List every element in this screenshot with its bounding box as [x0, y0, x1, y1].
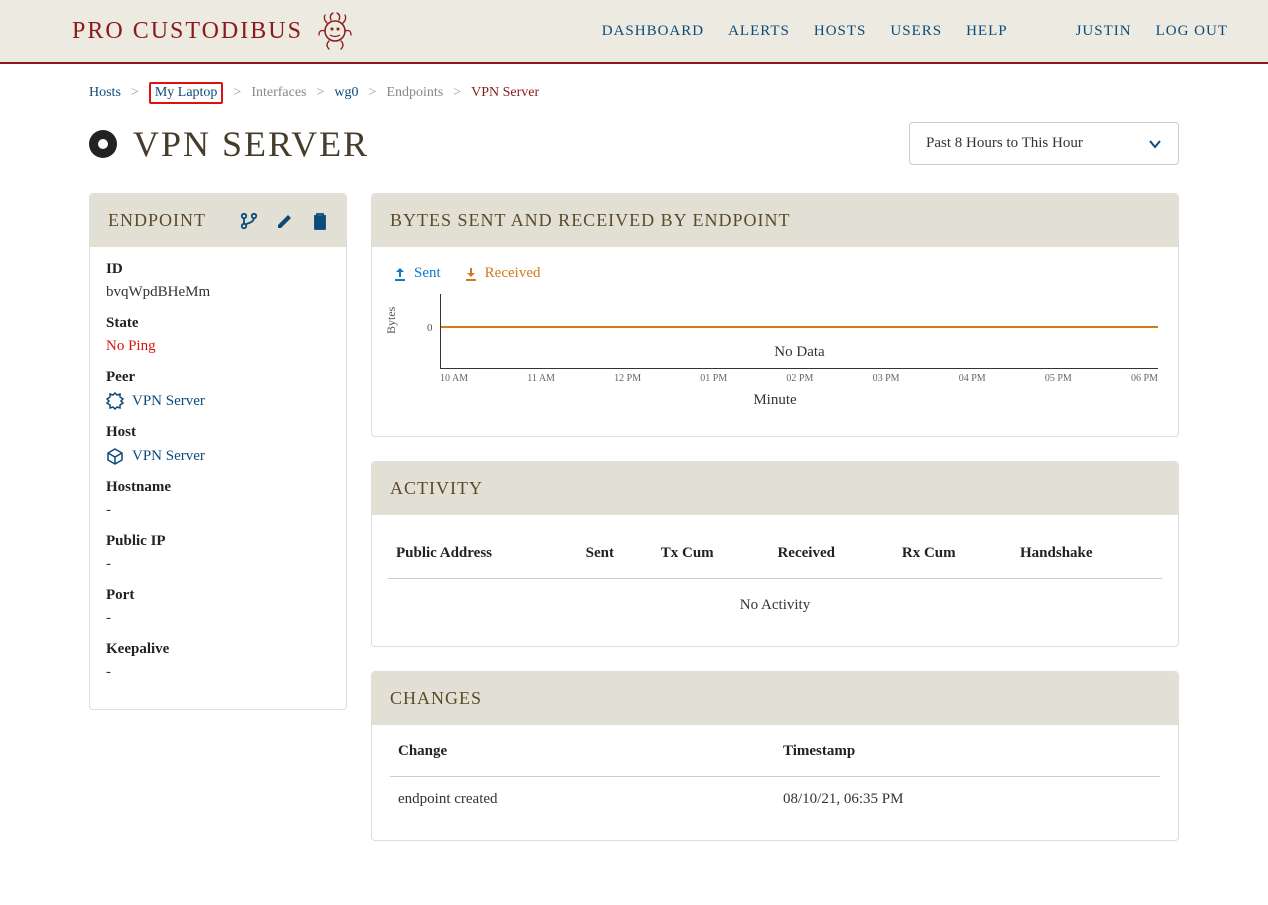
activity-panel-title: ACTIVITY — [390, 478, 483, 499]
crumb-interfaces: Interfaces — [251, 85, 306, 101]
medusa-icon — [315, 11, 355, 51]
nav-alerts[interactable]: ALERTS — [728, 23, 790, 40]
peer-label: Peer — [106, 369, 330, 386]
download-icon — [463, 266, 479, 282]
chart-nodata: No Data — [441, 344, 1158, 361]
brand-text: PRO CUSTODIBUS — [72, 18, 303, 45]
crumb-sep: > — [131, 85, 139, 101]
nav-users[interactable]: USERS — [890, 23, 942, 40]
crumb-sep: > — [453, 85, 461, 101]
col-received: Received — [769, 529, 893, 579]
col-rxcum: Rx Cum — [894, 529, 1012, 579]
delete-icon[interactable] — [312, 212, 328, 230]
host-label: Host — [106, 424, 330, 441]
chart-xtick: 11 AM — [527, 373, 555, 384]
publicip-value: - — [106, 556, 330, 573]
crumb-sep: > — [317, 85, 325, 101]
legend-sent-label: Sent — [414, 265, 441, 282]
port-value: - — [106, 610, 330, 627]
change-cell: endpoint created — [390, 777, 775, 823]
keepalive-value: - — [106, 664, 330, 681]
col-handshake: Handshake — [1012, 529, 1162, 579]
peer-value: VPN Server — [132, 393, 205, 410]
changes-panel: CHANGES Change Timestamp endpoint create… — [371, 671, 1179, 841]
legend-received[interactable]: Received — [463, 265, 541, 282]
peer-link[interactable]: VPN Server — [106, 392, 330, 410]
chevron-down-icon — [1148, 137, 1162, 151]
host-value: VPN Server — [132, 448, 205, 465]
chart-panel: BYTES SENT AND RECEIVED BY ENDPOINT Sent — [371, 193, 1179, 437]
chart-panel-title: BYTES SENT AND RECEIVED BY ENDPOINT — [390, 210, 791, 231]
activity-table: Public Address Sent Tx Cum Received Rx C… — [388, 529, 1162, 632]
edit-icon[interactable] — [276, 212, 294, 230]
chart-xtick: 10 AM — [440, 373, 468, 384]
crumb-hosts[interactable]: Hosts — [89, 85, 121, 101]
nav-help[interactable]: HELP — [966, 23, 1008, 40]
chart-xtick: 01 PM — [700, 373, 727, 384]
chart-zero-tick: 0 — [427, 322, 433, 334]
col-sent: Sent — [578, 529, 653, 579]
endpoint-panel-title: ENDPOINT — [108, 210, 206, 231]
nav-dashboard[interactable]: DASHBOARD — [602, 23, 704, 40]
chart-xtick: 05 PM — [1045, 373, 1072, 384]
activity-panel: ACTIVITY Public Address Sent Tx Cum Rece… — [371, 461, 1179, 647]
crumb-endpoints: Endpoints — [386, 85, 443, 101]
crumb-sep: > — [369, 85, 377, 101]
keepalive-label: Keepalive — [106, 641, 330, 658]
col-timestamp: Timestamp — [775, 725, 1160, 777]
chart-xtick: 03 PM — [873, 373, 900, 384]
port-label: Port — [106, 587, 330, 604]
col-txcum: Tx Cum — [653, 529, 770, 579]
table-row: endpoint created08/10/21, 06:35 PM — [390, 777, 1160, 823]
topbar: PRO CUSTODIBUS DASHBOARD ALERTS HOSTS US… — [0, 0, 1268, 64]
chart-xtick: 06 PM — [1131, 373, 1158, 384]
timestamp-cell: 08/10/21, 06:35 PM — [775, 777, 1160, 823]
id-value: bvqWpdBHeMm — [106, 284, 330, 301]
gear-icon — [106, 392, 124, 410]
timerange-label: Past 8 Hours to This Hour — [926, 135, 1083, 152]
branch-icon[interactable] — [240, 212, 258, 230]
chart: Bytes 0 No Data 10 AM11 AM12 PM01 PM02 P… — [392, 294, 1158, 414]
nav-logout[interactable]: LOG OUT — [1156, 23, 1228, 40]
crumb-iface[interactable]: wg0 — [334, 85, 358, 101]
chart-xticks: 10 AM 11 AM 12 PM 01 PM 02 PM 03 PM 04 PM 05 PM… — [440, 369, 1158, 384]
page-title: VPN SERVER — [89, 123, 369, 165]
endpoint-panel: ENDPOINT ID bvqWpdBHeMm — [89, 193, 347, 710]
hostname-value: - — [106, 502, 330, 519]
topnav: DASHBOARD ALERTS HOSTS USERS HELP JUSTIN… — [602, 23, 1228, 40]
chart-xtick: 12 PM — [614, 373, 641, 384]
publicip-label: Public IP — [106, 533, 330, 550]
breadcrumb: Hosts > My Laptop > Interfaces > wg0 > E… — [89, 82, 1179, 104]
timerange-select[interactable]: Past 8 Hours to This Hour — [909, 122, 1179, 165]
nav-username[interactable]: JUSTIN — [1076, 23, 1132, 40]
upload-icon — [392, 266, 408, 282]
nav-hosts[interactable]: HOSTS — [814, 23, 867, 40]
activity-empty: No Activity — [388, 579, 1162, 633]
chart-ylabel: Bytes — [384, 307, 399, 334]
chart-xtick: 04 PM — [959, 373, 986, 384]
changes-panel-title: CHANGES — [390, 688, 482, 709]
hostname-label: Hostname — [106, 479, 330, 496]
page-title-text: VPN SERVER — [133, 123, 369, 165]
id-label: ID — [106, 261, 330, 278]
brand[interactable]: PRO CUSTODIBUS — [72, 11, 355, 51]
host-link[interactable]: VPN Server — [106, 447, 330, 465]
legend-received-label: Received — [485, 265, 541, 282]
crumb-current: VPN Server — [471, 85, 539, 101]
state-label: State — [106, 315, 330, 332]
state-value: No Ping — [106, 338, 330, 355]
crumb-host[interactable]: My Laptop — [149, 82, 224, 104]
col-change: Change — [390, 725, 775, 777]
cube-icon — [106, 447, 124, 465]
changes-table: Change Timestamp endpoint created08/10/2… — [390, 725, 1160, 822]
col-public-address: Public Address — [388, 529, 578, 579]
chart-xtick: 02 PM — [786, 373, 813, 384]
legend-sent[interactable]: Sent — [392, 265, 441, 282]
crumb-sep: > — [233, 85, 241, 101]
chart-line — [441, 326, 1158, 328]
chart-xlabel: Minute — [392, 392, 1158, 409]
endpoint-status-icon — [89, 130, 117, 158]
